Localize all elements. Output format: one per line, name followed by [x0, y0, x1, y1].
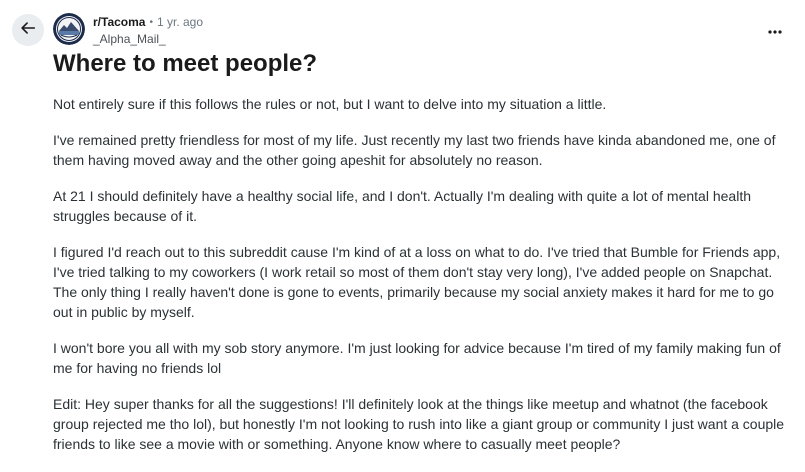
meta-separator: • [149, 17, 153, 28]
post-paragraph: Not entirely sure if this follows the ru… [53, 96, 607, 112]
subreddit-link[interactable]: r/Tacoma [93, 14, 145, 31]
post-meta: r/Tacoma • 1 yr. ago _Alpha_Mail_ [93, 14, 203, 48]
post-paragraph: I've remained pretty friendless for most… [53, 132, 776, 168]
post-paragraph: At 21 I should definitely have a healthy… [53, 188, 751, 224]
ellipsis-horizontal-icon [768, 21, 782, 39]
more-options-button[interactable] [767, 22, 783, 38]
post-meta-row: r/Tacoma • 1 yr. ago [93, 14, 203, 31]
post-title: Where to meet people? [53, 50, 318, 77]
author-link[interactable]: _Alpha_Mail_ [93, 31, 203, 48]
post-detail-page: r/Tacoma • 1 yr. ago _Alpha_Mail_ Where … [0, 0, 805, 472]
post-body: Not entirely sure if this follows the ru… [53, 94, 793, 470]
post-timestamp: 1 yr. ago [156, 15, 204, 29]
subreddit-avatar[interactable] [53, 13, 85, 45]
arrow-left-icon [19, 19, 37, 42]
post-paragraph: I won't bore you all with my sob story a… [53, 340, 781, 376]
post-paragraph: I figured I'd reach out to this subreddi… [53, 244, 781, 320]
post-paragraph: Edit: Hey super thanks for all the sugge… [53, 396, 785, 452]
back-button[interactable] [12, 14, 44, 46]
